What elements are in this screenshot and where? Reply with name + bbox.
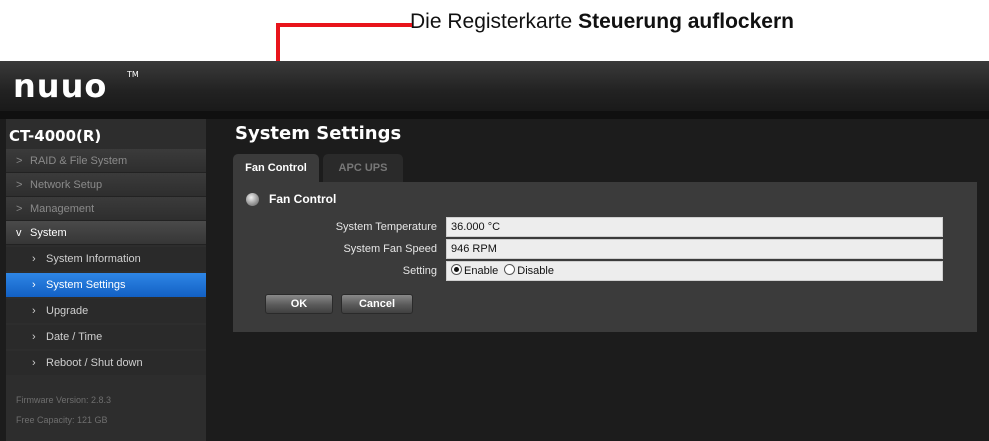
sidebar-item-label: Management (30, 203, 95, 215)
logo-trademark: TM (127, 70, 139, 79)
sidebar-item-network-setup[interactable]: > Network Setup (6, 173, 206, 197)
sidebar-item-raid-file-system[interactable]: > RAID & File System (6, 149, 206, 173)
section-title: Fan Control (269, 192, 337, 206)
device-name: CT-4000(R) (9, 127, 102, 145)
annotation-emphasis: Steuerung auflockern (578, 10, 794, 33)
annotation-caption: Die Registerkarte Steuerung auflockern (410, 10, 794, 34)
sidebar-subitem-label: Reboot / Shut down (46, 357, 143, 369)
row-system-fan-speed: System Fan Speed 946 RPM (233, 238, 977, 260)
field-label: System Fan Speed (343, 243, 437, 255)
sidebar-subitem-system-information[interactable]: › System Information (6, 247, 206, 271)
sidebar-item-label: Network Setup (30, 179, 103, 191)
chevron-down-icon: v (16, 227, 22, 239)
row-system-temperature: System Temperature 36.000 °C (233, 216, 977, 238)
section-bullet-icon (246, 193, 259, 206)
enable-radio[interactable] (451, 264, 462, 275)
ok-button[interactable]: OK (265, 294, 333, 314)
chevron-small-icon: › (32, 331, 36, 343)
sidebar-item-label: RAID & File System (30, 155, 128, 167)
annotation-text: Die Registerkarte (410, 10, 579, 33)
sidebar-subitem-label: System Settings (46, 279, 126, 291)
sidebar-item-management[interactable]: > Management (6, 197, 206, 221)
system-temperature-value: 36.000 °C (446, 217, 943, 237)
sidebar-subitem-upgrade[interactable]: › Upgrade (6, 299, 206, 323)
chevron-small-icon: › (32, 357, 36, 369)
row-setting: Setting Enable Disable (233, 260, 977, 282)
sidebar-item-system[interactable]: v System (6, 221, 206, 245)
sidebar-subitem-label: Date / Time (46, 331, 103, 343)
sidebar-subitem-label: System Information (46, 253, 141, 265)
nuuo-logo: nuuo (13, 67, 108, 105)
chevron-small-icon: › (32, 279, 36, 291)
setting-radio-group: Enable Disable (446, 261, 943, 281)
disable-radio-label[interactable]: Disable (517, 265, 554, 277)
sidebar-subitem-date-time[interactable]: › Date / Time (6, 325, 206, 349)
header-divider (0, 111, 989, 119)
chevron-right-icon: > (16, 203, 23, 215)
sidebar: CT-4000(R) > RAID & File System > Network … (6, 119, 206, 441)
sidebar-subitem-system-settings[interactable]: › System Settings (6, 273, 206, 297)
firmware-version: Firmware Version: 2.8.3 (16, 395, 112, 405)
app-window: nuuo TM CT-4000(R) > RAID & File System >… (0, 61, 989, 441)
system-fan-speed-value: 946 RPM (446, 239, 943, 259)
chevron-right-icon: > (16, 155, 23, 167)
sidebar-subitem-reboot-shutdown[interactable]: › Reboot / Shut down (6, 351, 206, 375)
cancel-button[interactable]: Cancel (341, 294, 413, 314)
page-title: System Settings (235, 123, 402, 144)
sidebar-subitem-label: Upgrade (46, 305, 89, 317)
tab-fan-control[interactable]: Fan Control (233, 154, 319, 182)
chevron-small-icon: › (32, 305, 36, 317)
enable-radio-label[interactable]: Enable (464, 265, 498, 277)
top-header: nuuo TM (0, 61, 989, 111)
free-capacity: Free Capacity: 121 GB (16, 415, 108, 425)
chevron-small-icon: › (32, 253, 36, 265)
sidebar-item-label: System (30, 227, 67, 239)
field-label: Setting (402, 265, 437, 277)
field-label: System Temperature (335, 221, 437, 233)
annotation-line-horizontal (276, 23, 412, 27)
chevron-right-icon: > (16, 179, 23, 191)
disable-radio[interactable] (504, 264, 516, 275)
tab-apc-ups[interactable]: APC UPS (323, 154, 403, 182)
